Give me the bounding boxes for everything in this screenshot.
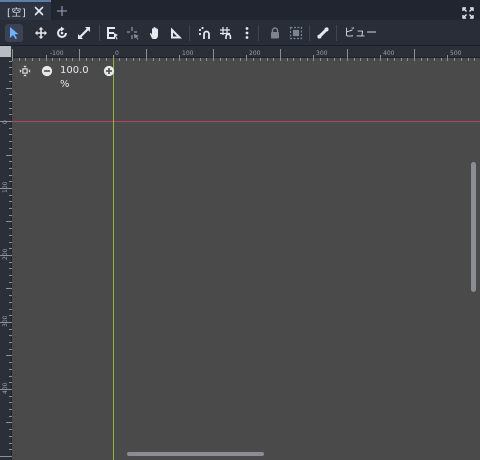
group-icon: [289, 26, 303, 40]
scale-icon: [78, 27, 90, 39]
horizontal-origin-axis: [12, 121, 480, 122]
tab-scene[interactable]: [空]: [0, 0, 51, 20]
smart-snap-icon: [198, 26, 210, 39]
pivot-icon: [127, 27, 139, 40]
grid-snap-button[interactable]: [217, 24, 235, 42]
zoom-out-icon[interactable]: [40, 64, 54, 78]
pan-tool-button[interactable]: [146, 24, 164, 42]
ruler-label: 300: [2, 315, 9, 327]
more-options-button[interactable]: [238, 24, 256, 42]
bone-icon: [317, 27, 329, 39]
cursor-arrow-icon: [10, 27, 19, 39]
tab-label: [空]: [7, 8, 27, 19]
horizontal-scrollbar[interactable]: [127, 452, 264, 456]
select-tool-button[interactable]: [5, 24, 23, 42]
tab-bar: [空]: [0, 0, 480, 20]
vertical-ruler[interactable]: 0 100 200 300 400: [0, 54, 12, 460]
rotate-tool-button[interactable]: [53, 24, 71, 42]
hand-icon: [149, 27, 158, 39]
horizontal-ruler[interactable]: -100 0 100 200 300 400 500: [12, 46, 480, 61]
ruler-corner: [0, 46, 12, 58]
vertical-origin-axis: [113, 58, 114, 460]
list-select-button[interactable]: [103, 24, 121, 42]
ruler-label: 0: [115, 50, 119, 57]
rotate-icon: [57, 26, 67, 38]
ruler-label: 300: [316, 50, 328, 57]
fullscreen-icon[interactable]: [462, 4, 474, 19]
ruler-label: 100: [2, 181, 9, 193]
ruler-triangle-icon: [171, 27, 182, 39]
ruler-label: 0: [2, 120, 9, 124]
editor-toolbar: ビュー: [0, 20, 480, 46]
view-menu-button[interactable]: ビュー: [344, 25, 377, 41]
vertical-scrollbar[interactable]: [471, 162, 476, 292]
zoom-in-icon[interactable]: [102, 64, 116, 78]
lock-button[interactable]: [266, 24, 284, 42]
ruler-tool-button[interactable]: [167, 24, 185, 42]
ruler-label: 400: [2, 382, 9, 394]
ruler-label: 200: [249, 50, 261, 57]
ruler-label: 200: [2, 248, 9, 260]
zoom-level-label[interactable]: 100.0 %: [60, 64, 89, 92]
ruler-label: 400: [383, 50, 395, 57]
ruler-label: 500: [450, 50, 462, 57]
move-arrows-icon: [35, 27, 47, 39]
group-button[interactable]: [287, 24, 305, 42]
ruler-label: 100: [182, 50, 194, 57]
smart-snap-button[interactable]: [195, 24, 213, 42]
canvas-viewport[interactable]: -100 0 100 200 300 400 500 0 100 200 300…: [0, 46, 480, 460]
list-select-icon: [107, 27, 118, 40]
ruler-label: -100: [50, 50, 64, 57]
add-tab-icon[interactable]: [55, 3, 69, 17]
grid-snap-icon: [220, 27, 232, 39]
pivot-tool-button[interactable]: [124, 24, 142, 42]
kebab-menu-icon: [245, 27, 249, 39]
move-tool-button[interactable]: [32, 24, 50, 42]
bone-tool-button[interactable]: [314, 24, 332, 42]
lock-icon: [271, 27, 279, 39]
center-view-icon[interactable]: [18, 64, 32, 78]
close-icon[interactable]: [32, 3, 46, 17]
scale-tool-button[interactable]: [75, 24, 93, 42]
